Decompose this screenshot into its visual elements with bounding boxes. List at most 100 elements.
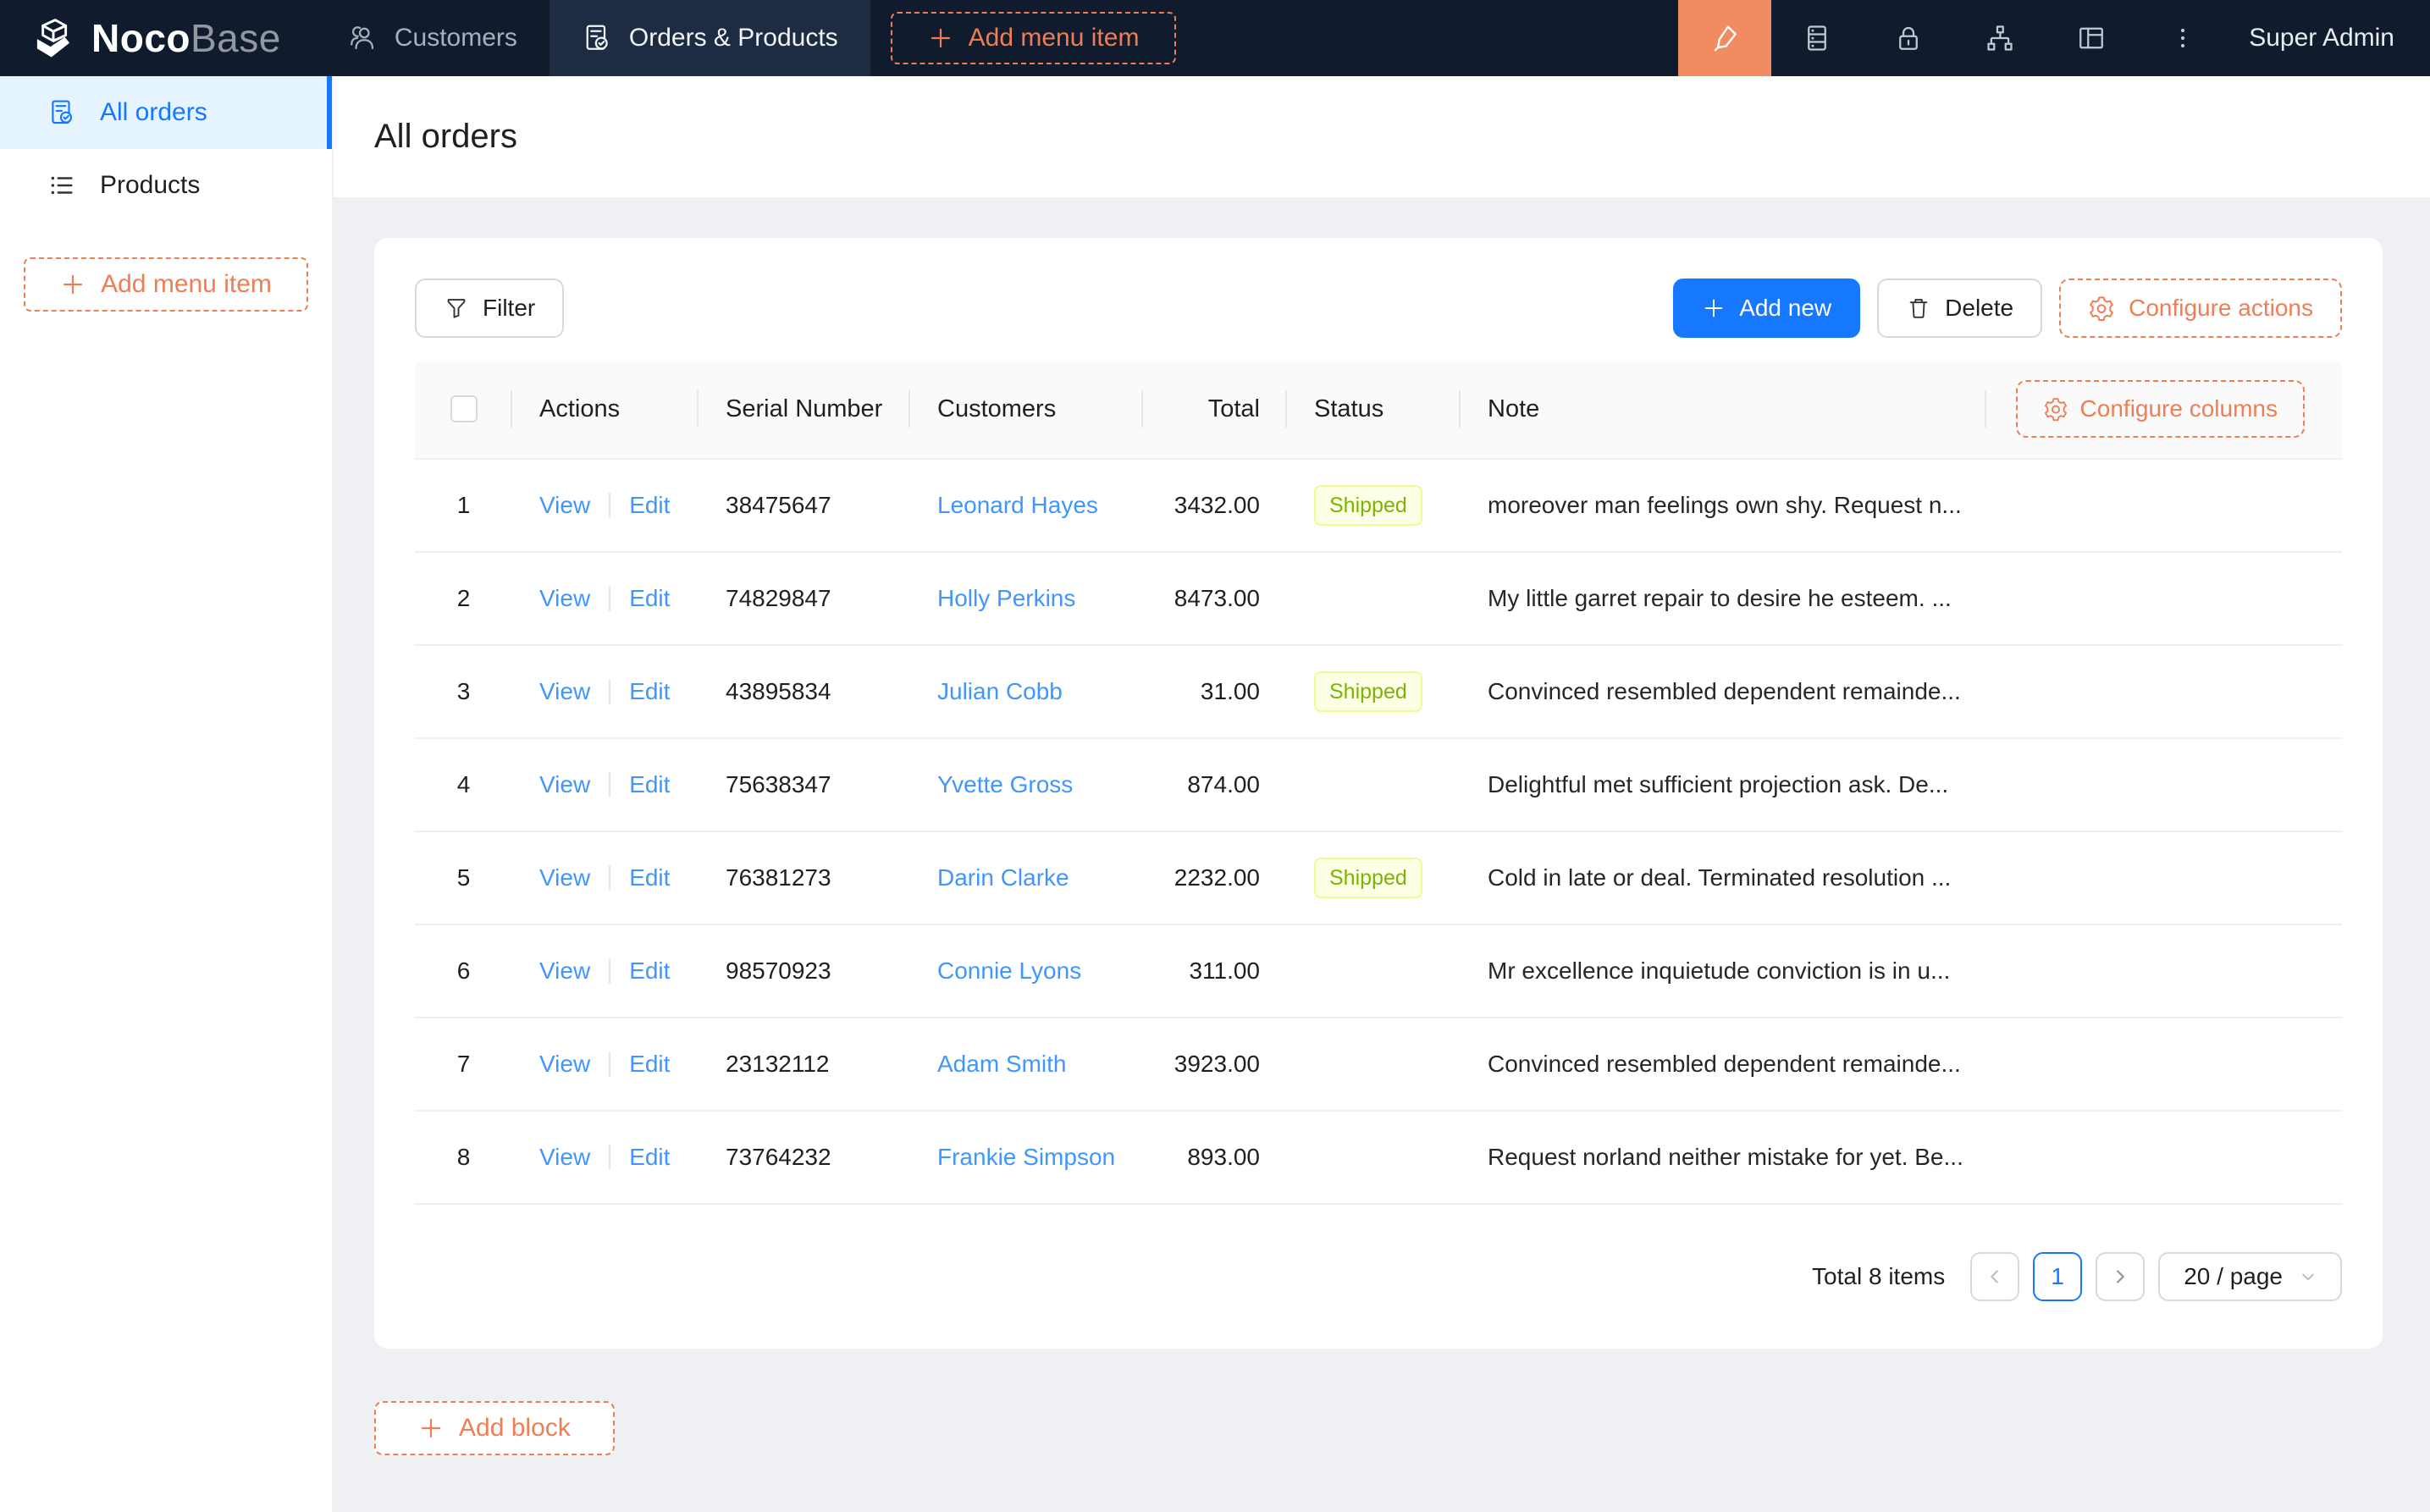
total-cell: 3923.00 <box>1143 1051 1287 1078</box>
filter-button[interactable]: Filter <box>415 279 564 338</box>
status-badge: Shipped <box>1314 858 1422 898</box>
nav-tab-label: Orders & Products <box>629 24 838 52</box>
nav-tab-customers[interactable]: Customers <box>315 0 550 76</box>
nav-tab-label: Customers <box>395 24 517 52</box>
orders-table-block: Filter Add new <box>374 238 2383 1349</box>
lock-icon <box>1893 23 1924 53</box>
page-size-select[interactable]: 20 / page <box>2158 1252 2342 1301</box>
edit-link[interactable]: Edit <box>629 1144 670 1171</box>
configure-actions-button[interactable]: Configure actions <box>2059 279 2342 338</box>
view-link[interactable]: View <box>539 864 590 891</box>
pagination-page-1[interactable]: 1 <box>2033 1252 2082 1301</box>
workflow-button[interactable] <box>1954 0 2046 76</box>
view-link[interactable]: View <box>539 492 590 519</box>
column-header-customers: Customers <box>910 360 1143 458</box>
row-index: 1 <box>415 492 512 519</box>
column-header-note: Note <box>1461 360 1986 458</box>
configure-columns-button[interactable]: Configure columns <box>2016 380 2305 438</box>
nav-tab-orders-products[interactable]: Orders & Products <box>550 0 870 76</box>
total-cell: 311.00 <box>1143 957 1287 985</box>
serial-number-cell: 23132112 <box>699 1051 910 1078</box>
customer-link[interactable]: Frankie Simpson <box>937 1144 1115 1171</box>
status-badge: Shipped <box>1314 671 1422 712</box>
edit-link[interactable]: Edit <box>629 1051 670 1078</box>
add-menu-item-button-sidebar[interactable]: Add menu item <box>24 257 308 312</box>
total-cell: 893.00 <box>1143 1144 1287 1171</box>
table-header-row: Actions Serial Number Customers Total St… <box>415 360 2342 460</box>
view-link[interactable]: View <box>539 678 590 705</box>
row-index: 2 <box>415 585 512 612</box>
table-row: 3 ViewEdit 43895834 Julian Cobb 31.00 Sh… <box>415 646 2342 739</box>
edit-link[interactable]: Edit <box>629 678 670 705</box>
customer-link[interactable]: Leonard Hayes <box>937 492 1098 519</box>
total-cell: 31.00 <box>1143 678 1287 705</box>
team-icon <box>347 23 378 53</box>
note-cell: My little garret repair to desire he est… <box>1461 585 1986 612</box>
gear-icon <box>2088 295 2115 322</box>
plus-icon <box>928 25 953 51</box>
user-menu[interactable]: Super Admin <box>2228 0 2430 76</box>
layout-button[interactable] <box>2046 0 2137 76</box>
view-link[interactable]: View <box>539 1051 590 1078</box>
database-manager-button[interactable] <box>1771 0 1863 76</box>
view-link[interactable]: View <box>539 771 590 798</box>
row-index: 3 <box>415 678 512 705</box>
serial-number-cell: 38475647 <box>699 492 910 519</box>
row-index: 7 <box>415 1051 512 1078</box>
select-all-cell <box>415 360 512 458</box>
total-cell: 8473.00 <box>1143 585 1287 612</box>
customer-link[interactable]: Holly Perkins <box>937 585 1075 612</box>
customer-link[interactable]: Darin Clarke <box>937 864 1069 891</box>
table-row: 6 ViewEdit 98570923 Connie Lyons 311.00 … <box>415 925 2342 1018</box>
nocobase-logo[interactable]: NocoBase <box>0 0 315 76</box>
total-cell: 874.00 <box>1143 771 1287 798</box>
filter-icon <box>444 295 469 321</box>
pagination: Total 8 items 1 <box>415 1252 2342 1308</box>
customer-link[interactable]: Yvette Gross <box>937 771 1073 798</box>
edit-link[interactable]: Edit <box>629 492 670 519</box>
view-link[interactable]: View <box>539 585 590 612</box>
gear-icon <box>2043 396 2068 422</box>
customer-link[interactable]: Adam Smith <box>937 1051 1067 1078</box>
view-link[interactable]: View <box>539 957 590 985</box>
edit-link[interactable]: Edit <box>629 585 670 612</box>
sidebar-item-label: All orders <box>100 98 207 127</box>
edit-link[interactable]: Edit <box>629 957 670 985</box>
add-block-button[interactable]: Add block <box>374 1401 615 1455</box>
plus-icon <box>418 1415 444 1441</box>
logo-text-light: Base <box>191 16 281 60</box>
nocobase-logo-icon <box>30 15 76 61</box>
file-check-icon <box>47 98 76 127</box>
customer-link[interactable]: Julian Cobb <box>937 678 1063 705</box>
configure-actions-label: Configure actions <box>2129 295 2313 322</box>
orders-table: Actions Serial Number Customers Total St… <box>415 360 2342 1308</box>
add-menu-item-label: Add menu item <box>101 270 272 299</box>
add-block-label: Add block <box>459 1414 571 1443</box>
select-all-checkbox[interactable] <box>450 395 478 422</box>
serial-number-cell: 76381273 <box>699 864 910 891</box>
edit-link[interactable]: Edit <box>629 771 670 798</box>
ui-editor-button[interactable] <box>1678 0 1771 76</box>
row-index: 8 <box>415 1144 512 1171</box>
sidebar-item-products[interactable]: Products <box>0 149 332 222</box>
file-check-icon <box>582 23 612 53</box>
note-cell: moreover man feelings own shy. Request n… <box>1461 492 1986 519</box>
edit-link[interactable]: Edit <box>629 864 670 891</box>
add-menu-item-button-top[interactable]: Add menu item <box>891 12 1177 64</box>
customer-link[interactable]: Connie Lyons <box>937 957 1081 985</box>
serial-number-cell: 73764232 <box>699 1144 910 1171</box>
note-cell: Request norland neither mistake for yet.… <box>1461 1144 1986 1171</box>
sidebar-item-all-orders[interactable]: All orders <box>0 76 332 149</box>
layout-icon <box>2076 23 2107 53</box>
delete-button[interactable]: Delete <box>1877 279 2042 338</box>
total-cell: 3432.00 <box>1143 492 1287 519</box>
permissions-button[interactable] <box>1863 0 1954 76</box>
main-area: All orders Filter <box>334 76 2430 1512</box>
pagination-prev-button[interactable] <box>1970 1252 2019 1301</box>
add-new-button[interactable]: Add new <box>1673 279 1860 338</box>
view-link[interactable]: View <box>539 1144 590 1171</box>
column-header-total: Total <box>1143 360 1287 458</box>
more-menu-button[interactable] <box>2137 0 2228 76</box>
serial-number-cell: 74829847 <box>699 585 910 612</box>
pagination-next-button[interactable] <box>2096 1252 2145 1301</box>
